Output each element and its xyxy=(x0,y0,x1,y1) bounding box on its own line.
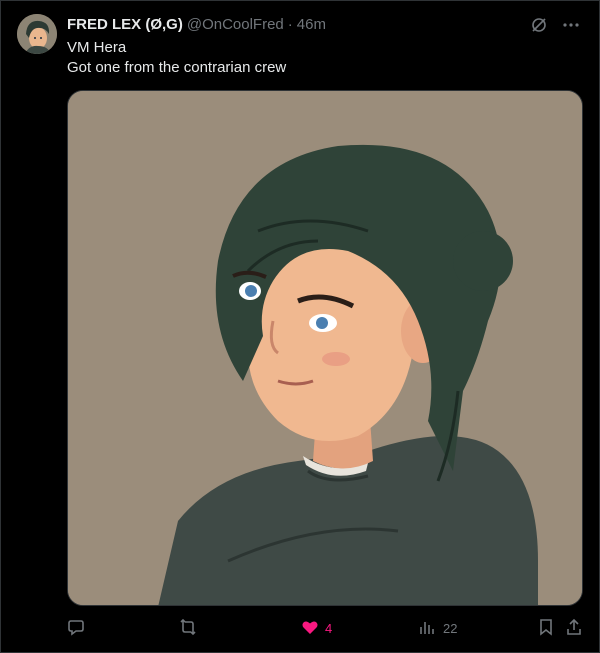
views-icon xyxy=(419,618,437,639)
tweet-text-line-1: VM Hera xyxy=(67,39,127,56)
tweet-text: VM Hera Got one from the contrarian crew xyxy=(67,38,286,78)
bookmark-icon xyxy=(537,618,555,639)
views-count: 22 xyxy=(443,621,458,636)
share-button[interactable] xyxy=(565,618,583,639)
author-avatar[interactable] xyxy=(17,14,57,54)
more-icon[interactable] xyxy=(561,15,581,35)
author-display-name[interactable]: FRED LEX (Ø,G) xyxy=(67,15,183,35)
tweet-header: FRED LEX (Ø,G) @OnCoolFred · 46m xyxy=(67,15,326,35)
share-icon xyxy=(565,618,583,639)
retweet-button[interactable] xyxy=(179,618,203,639)
retweet-icon xyxy=(179,618,197,639)
reply-button[interactable] xyxy=(67,618,91,639)
tweet-timestamp[interactable]: 46m xyxy=(297,15,326,35)
tweet-card[interactable]: FRED LEX (Ø,G) @OnCoolFred · 46m VM Hera… xyxy=(0,0,600,653)
illustrated-portrait xyxy=(68,91,582,605)
tweet-media-image[interactable] xyxy=(67,90,583,606)
tweet-text-line-2: Got one from the contrarian crew xyxy=(67,59,287,76)
like-count: 4 xyxy=(325,621,333,636)
grok-icon[interactable] xyxy=(529,15,549,35)
heart-icon xyxy=(301,618,319,639)
tweet-actions-bar: 4 22 xyxy=(67,618,585,640)
like-button[interactable]: 4 xyxy=(301,618,332,639)
reply-icon xyxy=(67,618,85,639)
tweet-top-actions xyxy=(529,15,581,35)
views-button[interactable]: 22 xyxy=(419,618,457,639)
header-separator: · xyxy=(287,16,293,33)
author-handle[interactable]: @OnCoolFred xyxy=(187,15,284,35)
bookmark-button[interactable] xyxy=(537,618,555,639)
avatar-image xyxy=(17,14,57,54)
